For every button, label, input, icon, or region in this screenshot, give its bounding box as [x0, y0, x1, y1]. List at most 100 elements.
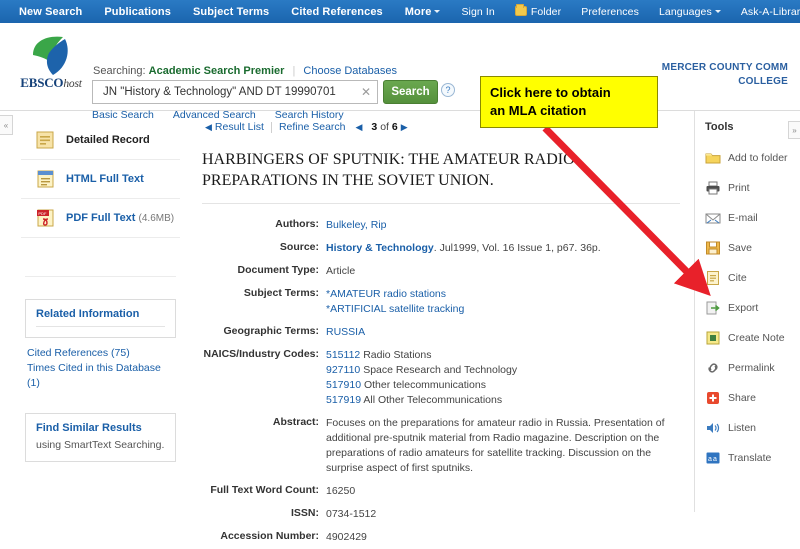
author-link[interactable]: Bulkeley, Rip	[326, 219, 387, 231]
nav-label: New Search	[19, 5, 83, 18]
nav-item-preferences[interactable]: Preferences	[571, 6, 649, 18]
tool-label: Add to folder	[728, 152, 788, 164]
naics-row: 517919 All Other Telecommunications	[326, 393, 680, 408]
field-value-source: History & Technology. Jul1999, Vol. 16 I…	[326, 237, 680, 260]
naics-code[interactable]: 517910	[326, 379, 361, 391]
naics-code[interactable]: 515112	[326, 349, 360, 361]
table-row-word-count: Full Text Word Count: 16250	[202, 480, 680, 503]
tool-email[interactable]: E-mail	[705, 203, 800, 233]
sidebar-item-pdf-full-text[interactable]: PDF PDF Full Text (4.6MB)	[21, 199, 180, 238]
nav-item-ask-a-librarian[interactable]: Ask-A-Librarian	[731, 6, 800, 18]
tool-print[interactable]: Print	[705, 173, 800, 203]
subject-term-link[interactable]: *AMATEUR radio stations	[326, 287, 680, 302]
cited-references-link[interactable]: Cited References (75)	[27, 346, 174, 361]
callout-line-2: an MLA citation	[490, 103, 587, 118]
nav-item-more[interactable]: More	[394, 6, 452, 18]
top-nav-right-group: Sign In Folder Preferences Languages Ask…	[451, 3, 800, 18]
refine-search-link[interactable]: Refine Search	[279, 121, 353, 133]
envelope-icon	[705, 213, 721, 224]
geographic-term-link[interactable]: RUSSIA	[326, 326, 365, 338]
nav-item-subject-terms[interactable]: Subject Terms	[182, 6, 280, 18]
nav-label: Ask-A-Librarian	[740, 5, 800, 18]
nav-item-new-search[interactable]: New Search	[8, 6, 93, 18]
sidebar-item-html-full-text[interactable]: HTML Full Text	[21, 160, 180, 199]
record-position: 3 of 6	[371, 121, 397, 133]
svg-text:PDF: PDF	[38, 211, 47, 216]
institution-line-2: COLLEGE	[738, 76, 788, 87]
search-input-wrapper[interactable]: ✕	[92, 80, 378, 104]
journal-link[interactable]: History & Technology	[326, 242, 434, 254]
nav-item-publications[interactable]: Publications	[93, 6, 182, 18]
naics-code[interactable]: 517919	[326, 394, 361, 406]
related-links-list: Cited References (75) Times Cited in thi…	[27, 346, 174, 391]
advanced-search-link[interactable]: Advanced Search	[173, 109, 256, 121]
search-input[interactable]	[101, 85, 357, 99]
times-cited-link[interactable]: Times Cited in this Database (1)	[27, 361, 174, 391]
field-value-accession-number: 4902429	[326, 531, 367, 543]
printer-icon	[706, 181, 720, 195]
folder-icon	[514, 3, 527, 16]
field-label-geographic-terms: Geographic Terms:	[223, 325, 320, 337]
nav-item-folder[interactable]: Folder	[505, 3, 571, 18]
tool-create-note[interactable]: Create Note	[705, 323, 800, 353]
tool-permalink[interactable]: Permalink	[705, 353, 800, 383]
tool-share[interactable]: Share	[705, 383, 800, 413]
record-position-of: of	[380, 121, 389, 133]
tool-label: E-mail	[728, 212, 758, 224]
table-row-accession-number: Accession Number: 4902429	[202, 526, 680, 549]
tool-cite[interactable]: Cite	[705, 263, 800, 293]
question-mark-icon[interactable]: ?	[441, 83, 455, 97]
tool-translate[interactable]: a a Translate	[705, 443, 800, 473]
chevron-left-icon-pager[interactable]: ◀	[353, 122, 366, 133]
field-value-authors: Bulkeley, Rip	[326, 214, 680, 237]
document-icon	[36, 131, 54, 149]
tool-label: Export	[728, 302, 759, 314]
nav-item-sign-in[interactable]: Sign In	[451, 6, 504, 18]
cite-document-icon	[707, 271, 719, 285]
naics-code[interactable]: 927110	[326, 364, 360, 376]
chevron-right-double-icon[interactable]: »	[788, 121, 800, 139]
pdf-icon: PDF	[37, 209, 54, 227]
sidebar-item-detailed-record[interactable]: Detailed Record	[21, 121, 180, 160]
sidebar-divider	[25, 276, 176, 277]
sidebar-item-label: HTML Full Text	[66, 173, 144, 185]
record-metadata-table: Authors: Bulkeley, Rip Source: History &…	[202, 214, 680, 549]
search-history-link[interactable]: Search History	[275, 109, 344, 121]
tool-export[interactable]: Export	[705, 293, 800, 323]
table-row-naics: NAICS/Industry Codes: 515112 Radio Stati…	[202, 344, 680, 412]
field-value-abstract: Focuses on the preparations for amateur …	[326, 417, 665, 474]
subject-term-link[interactable]: *ARTIFICIAL satellite tracking	[326, 302, 680, 317]
searching-database-line: Searching: Academic Search Premier | Cho…	[93, 65, 397, 77]
nav-label: Cited References	[291, 5, 383, 18]
choose-databases-link[interactable]: Choose Databases	[303, 65, 397, 77]
nav-item-languages[interactable]: Languages	[649, 6, 731, 18]
ebsco-leaf-logo-icon	[33, 36, 68, 75]
tool-save[interactable]: Save	[705, 233, 800, 263]
naics-row: 927110 Space Research and Technology	[326, 363, 680, 378]
search-button[interactable]: Search	[383, 80, 438, 104]
svg-text:a: a	[708, 456, 712, 463]
basic-search-link[interactable]: Basic Search	[92, 109, 154, 121]
ebscohost-logo[interactable]: EBSCOhost	[20, 35, 82, 91]
chevron-left-icon[interactable]: ◀	[202, 122, 215, 133]
related-information-title: Related Information	[36, 308, 165, 327]
tool-listen[interactable]: Listen	[705, 413, 800, 443]
tool-label: Print	[728, 182, 750, 194]
find-similar-results-panel[interactable]: Find Similar Results using SmartText Sea…	[25, 413, 176, 462]
tool-add-to-folder[interactable]: Add to folder	[705, 143, 800, 173]
tool-label: Translate	[728, 452, 772, 464]
translate-icon: a a	[706, 452, 720, 464]
table-row-geographic-terms: Geographic Terms: RUSSIA	[202, 321, 680, 344]
result-list-link[interactable]: Result List	[215, 121, 271, 133]
field-label-source: Source:	[279, 241, 319, 253]
brand-name: EBSCO	[20, 75, 64, 90]
nav-label: Folder	[530, 5, 562, 18]
field-label-word-count: Full Text Word Count:	[210, 484, 319, 496]
nav-item-cited-references[interactable]: Cited References	[280, 6, 393, 18]
close-icon[interactable]: ✕	[357, 85, 371, 99]
nav-label: More	[404, 5, 432, 18]
nav-label: Subject Terms	[192, 5, 270, 18]
chevron-right-icon[interactable]: ▶	[398, 122, 411, 133]
brand-suffix: host	[63, 78, 82, 90]
chevron-left-double-icon[interactable]: «	[0, 115, 13, 135]
